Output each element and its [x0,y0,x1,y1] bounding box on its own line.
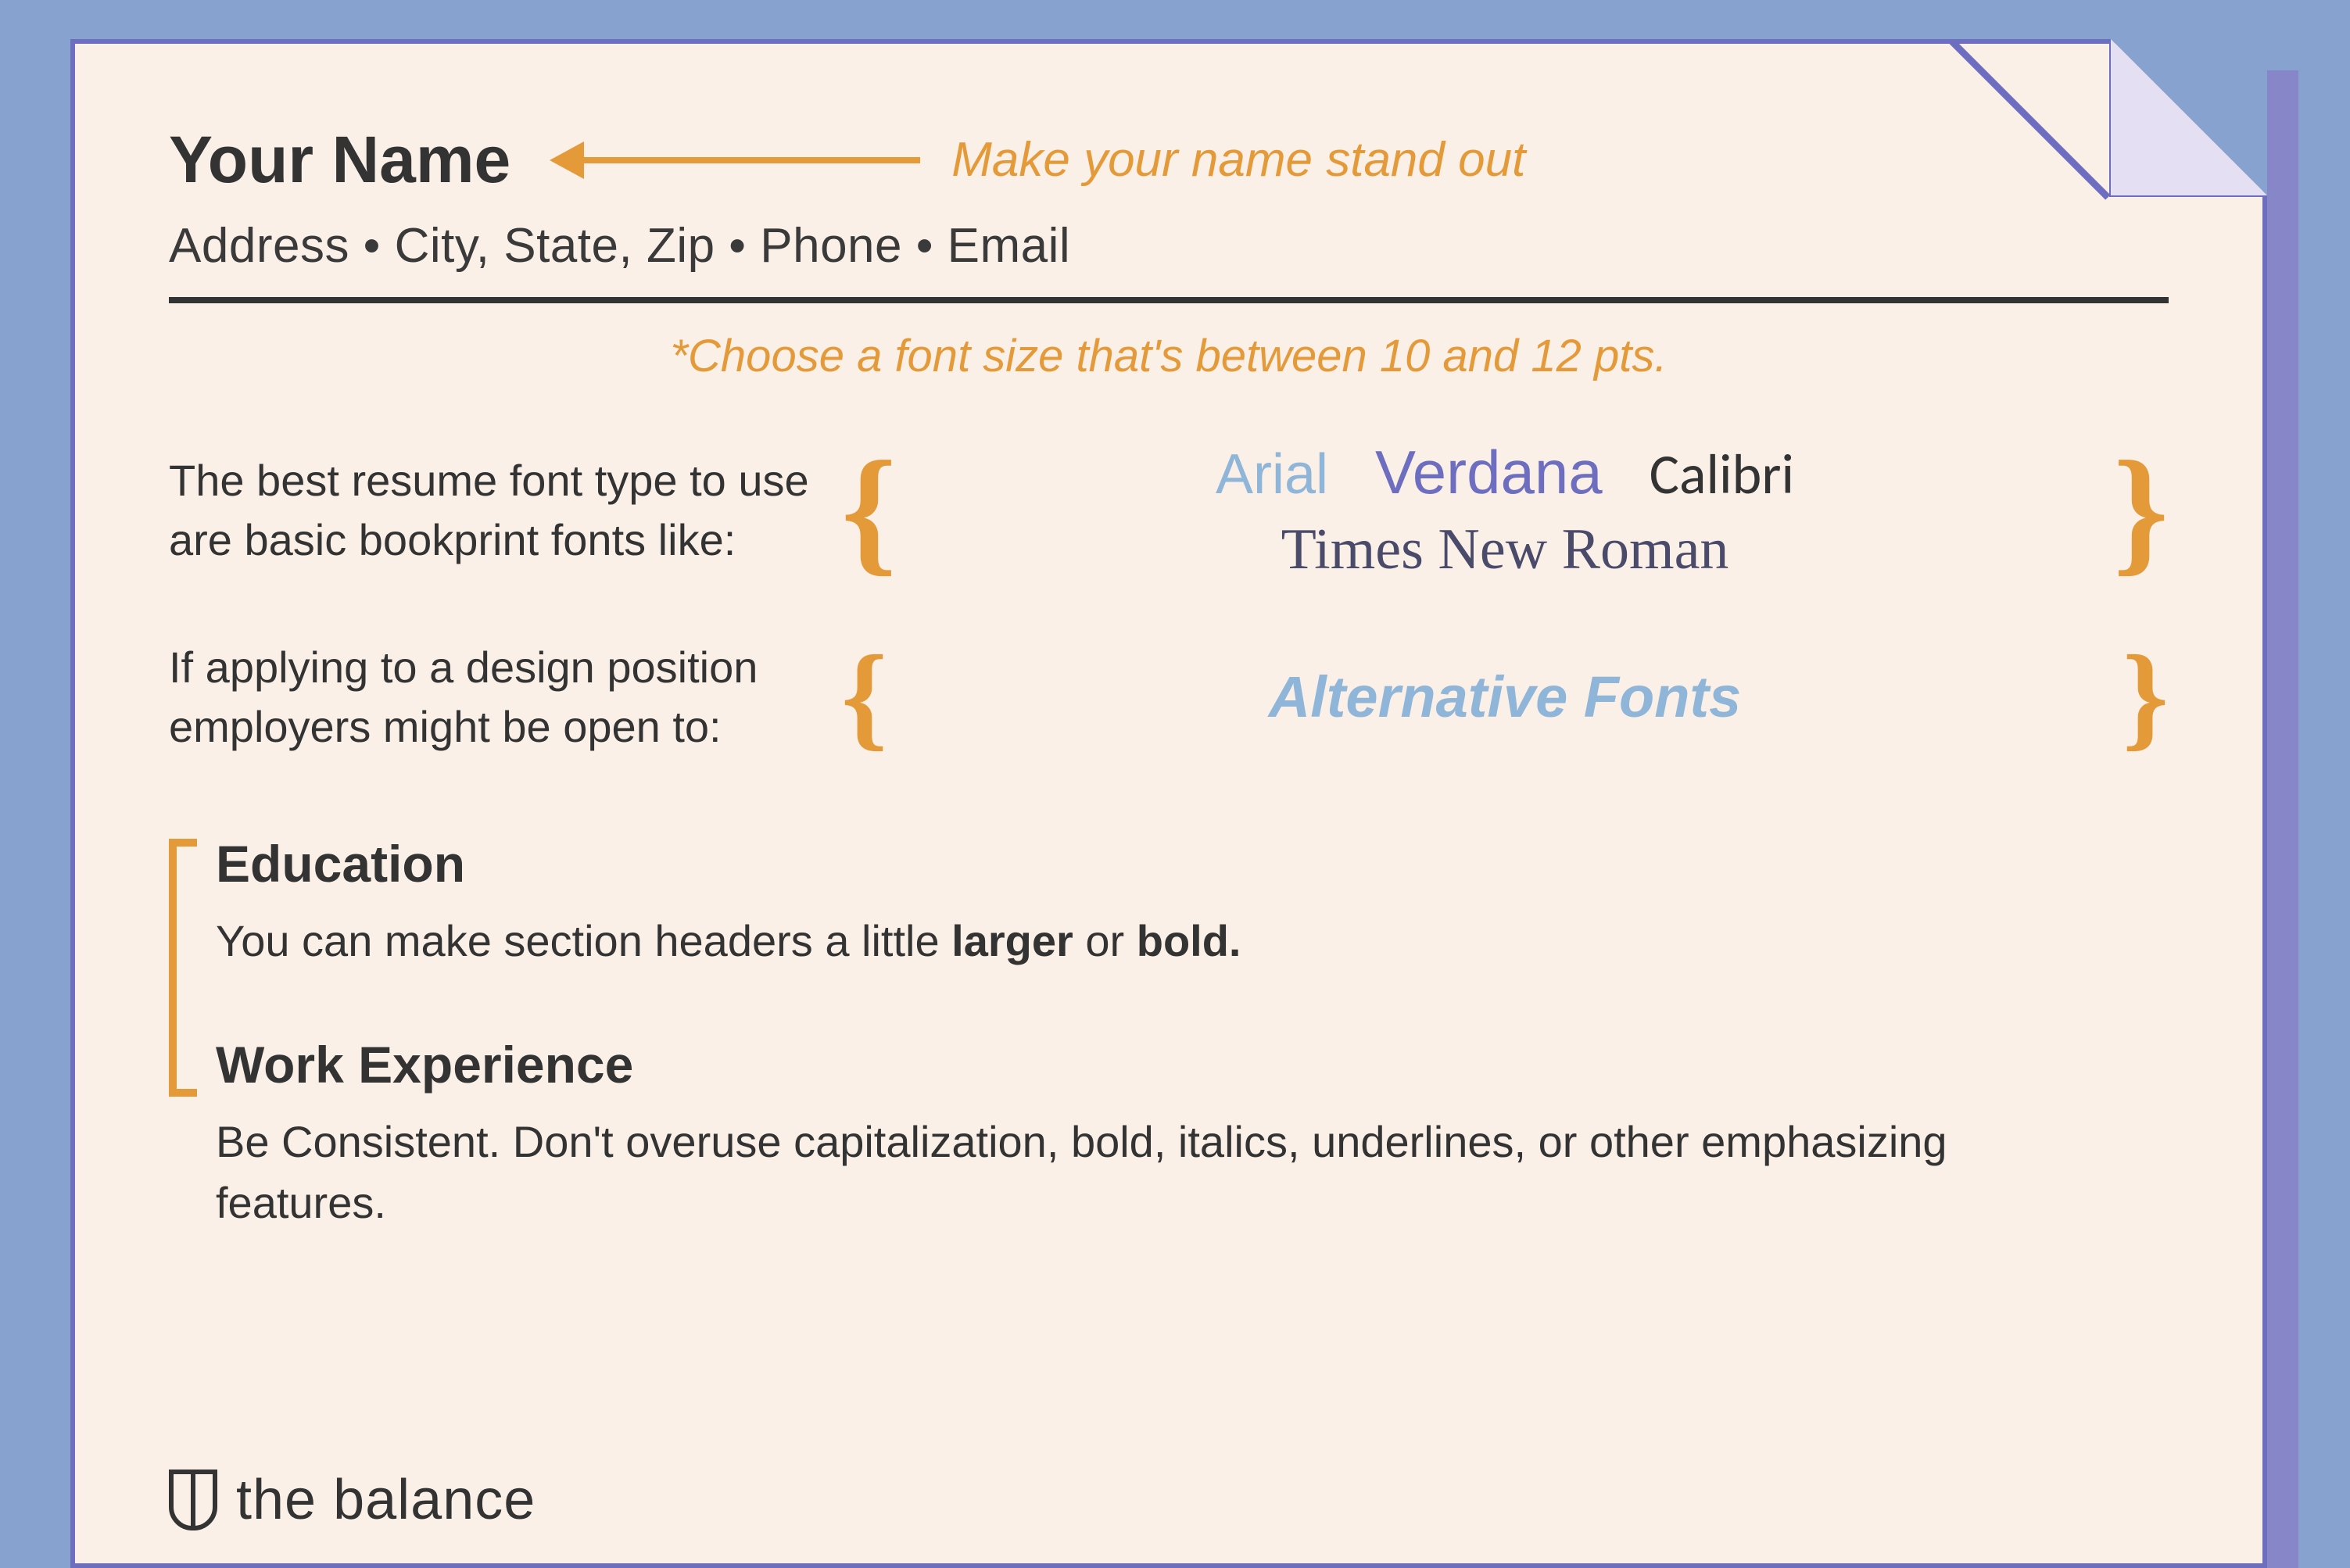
divider [169,297,2169,303]
brace-open-icon: { [841,644,887,750]
best-fonts-intro: The best resume font type to use are bas… [169,451,810,569]
arrow-left-icon [550,141,584,179]
content-area: Your Name Make your name stand out Addre… [169,122,2169,1532]
header-row: Your Name Make your name stand out [169,122,2169,198]
education-section: Education You can make section headers a… [216,834,2169,972]
brace-close-icon: } [2123,644,2169,750]
resume-page: Your Name Make your name stand out Addre… [70,39,2267,1568]
education-bold-bold: bold. [1137,916,1241,965]
arrow-annotation [550,141,920,179]
applicant-name: Your Name [169,122,510,198]
work-section: Work Experience Be Consistent. Don't ove… [216,1035,2169,1234]
brand-logo-icon [169,1470,217,1530]
education-text-pre: You can make section headers a little [216,916,951,965]
font-sample-arial: Arial [1216,442,1328,507]
canvas: Your Name Make your name stand out Addre… [0,0,2350,1568]
font-sample-calibri: Calibri [1650,440,1794,509]
alt-fonts-brace-wrap: { Alternative Fonts } [841,644,2169,750]
work-heading: Work Experience [216,1035,2169,1094]
contact-line: Address • City, State, Zip • Phone • Ema… [169,218,2169,274]
font-size-note: *Choose a font size that's between 10 an… [169,330,2169,382]
work-text: Be Consistent. Don't overuse capitalizat… [216,1112,2014,1234]
best-fonts-brace-wrap: { Arial Verdana Calibri Times New Roman … [841,437,2169,583]
sections-bracket-icon [169,839,197,1097]
best-fonts-list: Arial Verdana Calibri Times New Roman [897,437,2113,583]
alt-fonts-row: If applying to a design position employe… [169,638,2169,756]
education-text: You can make section headers a little la… [216,911,2014,972]
brand-name: the balance [236,1468,536,1532]
arrow-shaft [584,157,920,163]
alt-fonts-intro: If applying to a design position employe… [169,638,810,756]
brace-open-icon: { [841,447,897,574]
sections-wrap: Education You can make section headers a… [169,834,2169,1233]
font-sample-times: Times New Roman [897,517,2113,583]
best-fonts-row: The best resume font type to use are bas… [169,437,2169,583]
name-callout: Make your name stand out [951,132,1525,188]
education-heading: Education [216,834,2169,893]
brand-row: the balance [169,1468,536,1532]
brace-close-icon: } [2113,447,2169,574]
font-sample-verdana: Verdana [1375,437,1603,508]
font-sample-alternative: Alternative Fonts [1269,664,1741,729]
education-text-mid: or [1073,916,1137,965]
alt-fonts-label: Alternative Fonts [887,664,2123,730]
education-bold-larger: larger [951,916,1073,965]
